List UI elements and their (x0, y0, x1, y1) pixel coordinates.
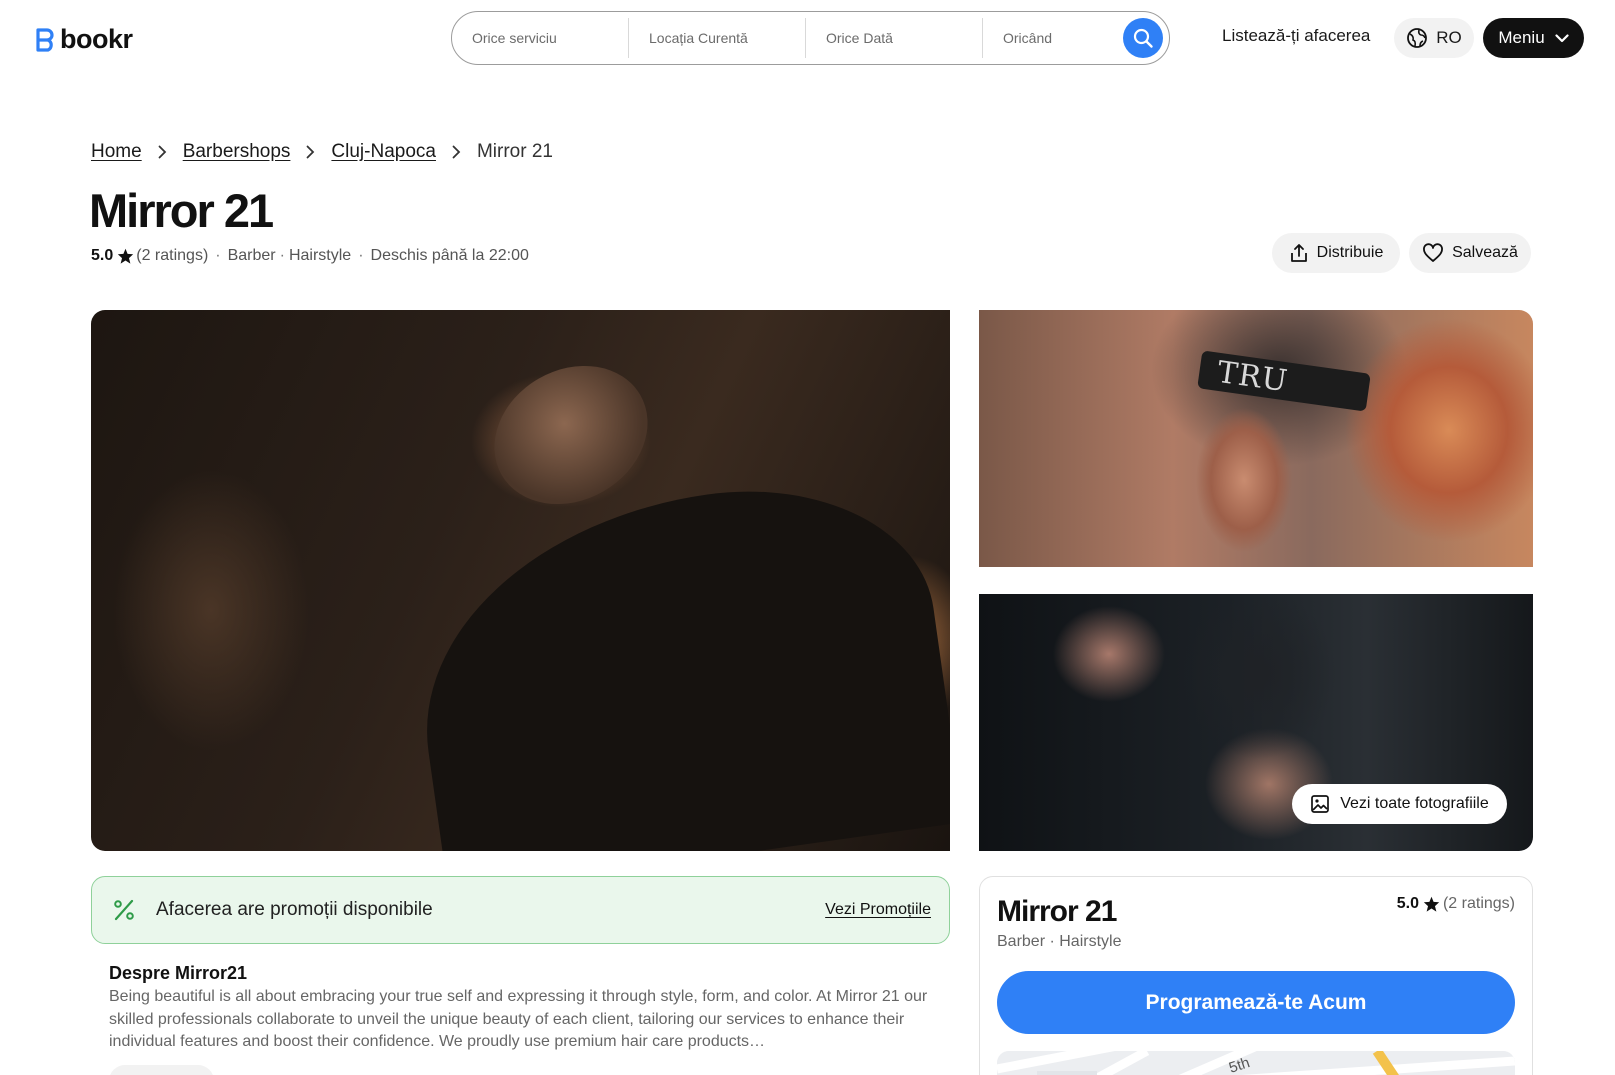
rating-value: 5.0 (91, 247, 114, 264)
language-button[interactable]: RO (1394, 18, 1474, 58)
card-categories: Barber · Hairstyle (997, 933, 1122, 950)
straight-razor-shape: TRU (1197, 350, 1371, 412)
razor-engraving: TRU (1215, 354, 1291, 399)
search-button[interactable] (1123, 18, 1163, 58)
category-barber: Barber (227, 247, 276, 264)
page-title: Mirror 21 (89, 184, 274, 237)
breadcrumb-current: Mirror 21 (476, 141, 553, 162)
chevron-right-icon (306, 145, 315, 159)
star-icon (1423, 896, 1440, 912)
booking-card: Mirror 21 5.0 (2 ratings) Barber · Hairs… (979, 876, 1533, 1075)
book-now-button[interactable]: Programează-te Acum (997, 971, 1515, 1034)
client-head-shape (469, 338, 673, 532)
card-rating-value: 5.0 (1396, 895, 1419, 912)
chevron-right-icon (158, 145, 167, 159)
chevron-down-icon (1555, 33, 1569, 42)
location-search-field[interactable]: Locația Curentă (629, 18, 806, 58)
separator-dot: · (215, 247, 221, 264)
read-more-button[interactable]: Vezi mai mult (109, 1065, 214, 1075)
about-description: Being beautiful is all about embracing y… (109, 988, 928, 1050)
location-map[interactable]: 5th (997, 1051, 1515, 1075)
share-label: Distribuie (1316, 244, 1384, 261)
category-hairstyle: Hairstyle (288, 247, 352, 264)
card-rating: 5.0 (2 ratings) (1397, 895, 1515, 913)
view-all-photos-button[interactable]: Vezi toate fotografiile (1292, 784, 1507, 824)
card-ratings-count[interactable]: (2 ratings) (1443, 895, 1515, 913)
promotions-text: Afacerea are promoții disponibile (156, 899, 433, 920)
breadcrumb: Home Barbershops Cluj-Napoca Mirror 21 (91, 141, 553, 163)
view-all-photos-label: Vezi toate fotografiile (1340, 795, 1489, 812)
list-business-link[interactable]: Listează-ți afacerea (1222, 26, 1370, 46)
about-title: Despre Mirror21 (109, 963, 248, 983)
star-icon (117, 248, 134, 264)
view-promotions-link[interactable]: Vezi Promoțiile (825, 901, 931, 919)
card-business-name: Mirror 21 (997, 895, 1117, 928)
language-label: RO (1436, 28, 1462, 47)
menu-label: Meniu (1498, 28, 1545, 47)
top-navigation-bar: bookr Orice serviciu Locația Curentă Ori… (0, 0, 1615, 78)
main-gallery-photo[interactable] (91, 310, 950, 851)
barber-cape-shape (398, 465, 950, 851)
save-button[interactable]: Salvează (1409, 233, 1531, 273)
share-icon (1290, 244, 1307, 262)
globe-icon (1407, 28, 1428, 48)
heart-icon (1423, 243, 1443, 262)
bookr-logo[interactable]: bookr (36, 24, 133, 55)
date-search-field[interactable]: Orice Dată (806, 18, 983, 58)
breadcrumb-city-link[interactable]: Cluj-Napoca (331, 141, 436, 163)
menu-button[interactable]: Meniu (1483, 18, 1584, 58)
search-bar: Orice serviciu Locația Curentă Orice Dat… (451, 11, 1170, 65)
bookr-logo-icon (36, 27, 54, 52)
breadcrumb-category-link[interactable]: Barbershops (183, 141, 291, 163)
breadcrumb-home-link[interactable]: Home (91, 141, 142, 163)
service-search-field[interactable]: Orice serviciu (452, 18, 629, 58)
separator-dot: · (279, 247, 285, 264)
chevron-right-icon (452, 145, 461, 159)
image-icon (1311, 795, 1330, 813)
opening-hours: Deschis până la 22:00 (370, 247, 529, 264)
share-button[interactable]: Distribuie (1272, 233, 1400, 273)
ratings-count[interactable]: (2 ratings) (136, 247, 208, 265)
save-label: Salvează (1452, 244, 1518, 261)
search-icon (1133, 28, 1153, 48)
promotions-banner: Afacerea are promoții disponibile Vezi P… (91, 876, 950, 944)
bookr-logo-text: bookr (60, 24, 133, 54)
separator-dot: · (358, 247, 364, 264)
business-meta: 5.0 (2 ratings) · Barber · Hairstyle · D… (91, 247, 529, 265)
map-streets-graphic (997, 1051, 1515, 1075)
percent-icon (112, 898, 136, 922)
gallery-photo-razor[interactable]: TRU (979, 310, 1533, 567)
time-search-field[interactable]: Oricând (983, 18, 1113, 58)
